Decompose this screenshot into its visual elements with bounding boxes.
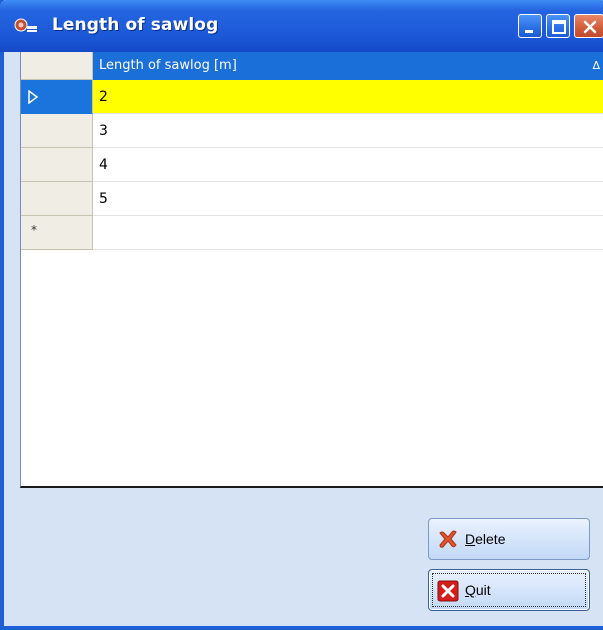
close-icon bbox=[583, 20, 597, 34]
table-row[interactable]: 3 bbox=[93, 114, 603, 148]
column-header-length[interactable]: Length of sawlog [m] Δ bbox=[93, 52, 603, 80]
new-row-cell[interactable] bbox=[93, 216, 603, 250]
window-title: Length of sawlog bbox=[52, 15, 219, 35]
maximize-icon bbox=[552, 20, 566, 34]
minimize-button[interactable] bbox=[518, 14, 542, 38]
sawlog-grid[interactable]: Length of sawlog [m] Δ 2 3 4 5 * bbox=[20, 52, 603, 488]
row-header[interactable] bbox=[21, 182, 93, 216]
quit-button-label: Quit bbox=[465, 582, 491, 598]
delete-button-label: Delete bbox=[465, 531, 506, 547]
delete-button[interactable]: Delete bbox=[428, 518, 590, 560]
sawlog-app-icon bbox=[14, 18, 37, 32]
table-row[interactable]: 4 bbox=[93, 148, 603, 182]
maximize-button[interactable] bbox=[546, 14, 570, 38]
new-row-marker: * bbox=[31, 223, 37, 237]
new-row-header[interactable]: * bbox=[21, 216, 93, 250]
column-header-label: Length of sawlog [m] bbox=[99, 58, 237, 73]
current-row-indicator-icon bbox=[28, 90, 39, 104]
grid-corner-cell[interactable] bbox=[21, 52, 93, 80]
row-header[interactable] bbox=[21, 114, 93, 148]
sort-ascending-icon: Δ bbox=[592, 59, 600, 72]
sawlog-window: Length of sawlog Length of sawlog [m] Δ bbox=[0, 0, 603, 630]
delete-x-icon bbox=[439, 530, 457, 548]
quit-button[interactable]: Quit bbox=[428, 569, 590, 611]
quit-x-icon bbox=[437, 580, 459, 602]
table-row[interactable]: 5 bbox=[93, 182, 603, 216]
table-row[interactable]: 2 bbox=[93, 80, 603, 114]
close-button[interactable] bbox=[574, 14, 603, 38]
minimize-icon bbox=[525, 30, 533, 33]
title-bar[interactable]: Length of sawlog bbox=[0, 0, 603, 52]
row-header[interactable] bbox=[21, 148, 93, 182]
row-header[interactable] bbox=[21, 80, 93, 114]
